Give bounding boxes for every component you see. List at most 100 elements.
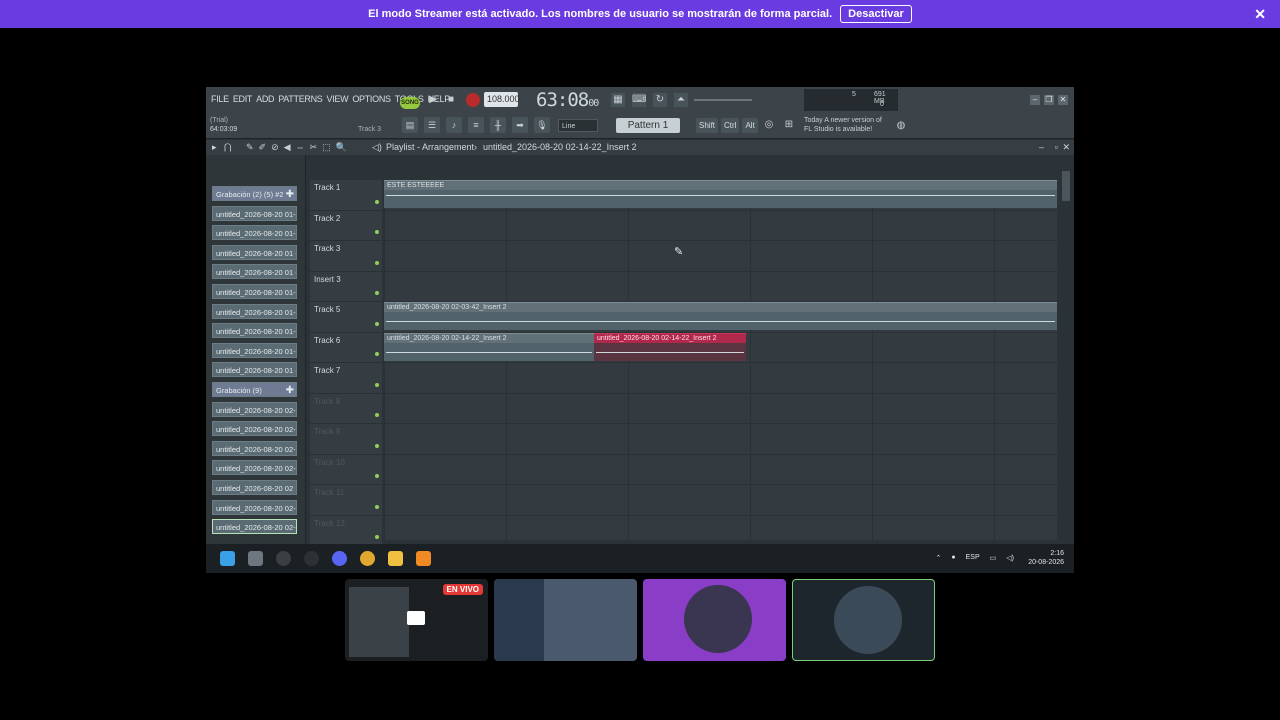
track-mute-led[interactable]	[375, 199, 379, 204]
browser-item[interactable]: untitled_2026-08-20 01 -	[212, 244, 297, 260]
browser-item[interactable]: untitled_2026-08-20 02-...	[212, 421, 297, 437]
shift-key[interactable]: Shift	[696, 118, 719, 133]
menu-options[interactable]: OPTIONS	[352, 94, 391, 104]
playlist-restore-icon[interactable]: ▫	[1055, 142, 1058, 152]
track-mute-led[interactable]	[375, 474, 379, 478]
browser-item[interactable]: untitled_2026-08-20 01 -	[212, 264, 297, 280]
select-icon[interactable]: ⬚	[322, 142, 331, 153]
arrow-right-icon[interactable]: ▸	[212, 142, 217, 153]
browser-item[interactable]: untitled_2026-08-20 02-...	[212, 460, 297, 476]
chevron-up-icon[interactable]: ⌃	[936, 554, 942, 562]
magnet-icon[interactable]: ⋂	[224, 142, 231, 153]
track-mute-led[interactable]	[375, 504, 379, 509]
channel-rack-icon[interactable]: ≡	[468, 117, 484, 133]
master-volume-slider[interactable]	[694, 99, 752, 101]
task-view-icon[interactable]	[248, 551, 263, 566]
add-icon[interactable]: ✚	[286, 383, 294, 396]
record-icon[interactable]	[466, 93, 480, 107]
track-header[interactable]: Track 2	[310, 211, 382, 241]
track-mute-led[interactable]	[375, 352, 379, 356]
microphone-icon[interactable]: 🎙	[534, 117, 550, 133]
support-icon[interactable]: ◎	[762, 118, 776, 132]
browser-group[interactable]: Grabación (2) (5) #2 ✚	[212, 186, 297, 201]
track-header[interactable]: Track 10	[310, 455, 382, 485]
grid-row[interactable]	[384, 455, 1057, 485]
track-header[interactable]: Track 3	[310, 241, 382, 272]
menu-file[interactable]: FILE	[211, 94, 229, 104]
grid-row[interactable]	[384, 424, 1057, 455]
track-header[interactable]: Track 7	[310, 363, 382, 394]
grid-row[interactable]	[384, 241, 1057, 272]
scrollbar-thumb[interactable]	[1062, 171, 1070, 201]
track-header[interactable]: Track 8	[310, 394, 382, 424]
browser-item[interactable]: untitled_2026-08-20 02-...	[212, 519, 297, 535]
audio-clip[interactable]: untitled_2026-08-20 02-03-42_Insert 2	[384, 302, 1057, 330]
browser-icon[interactable]: ☰	[424, 117, 440, 133]
vertical-scrollbar[interactable]	[1060, 171, 1072, 541]
menu-view[interactable]: VIEW	[327, 94, 349, 104]
metronome-icon[interactable]: ⏶	[674, 93, 688, 107]
mixer-icon[interactable]: ╫	[490, 117, 506, 133]
audio-clip[interactable]: ESTE ESTEEEEE	[384, 180, 1057, 208]
track-header[interactable]: Track 12	[310, 516, 382, 546]
track-mute-led[interactable]	[375, 230, 379, 234]
track-header[interactable]: Track 9	[310, 424, 382, 455]
add-icon[interactable]: ✚	[286, 187, 294, 200]
snap-mode-select[interactable]: Line	[558, 119, 598, 132]
discord-icon[interactable]	[332, 551, 347, 566]
browser-item[interactable]: untitled_2026-08-20 01 -	[212, 362, 297, 378]
stream-preview-tile[interactable]: EN VIVO	[345, 579, 488, 661]
grid-row[interactable]	[384, 272, 1057, 302]
browser-item[interactable]: untitled_2026-08-20 01-...	[212, 225, 297, 241]
participant-tile[interactable]	[643, 579, 786, 661]
folder-icon[interactable]	[388, 551, 403, 566]
tempo-display[interactable]: 108.000	[484, 92, 520, 107]
clock[interactable]: 2:16 20-08-2026	[1028, 549, 1064, 567]
playlist-close-icon[interactable]: ✕	[1062, 142, 1070, 153]
participant-tile-speaking[interactable]	[792, 579, 935, 661]
loop-icon[interactable]: ↻	[653, 93, 667, 107]
audio-clip[interactable]: untitled_2026-08-20 02-14-22_Insert 2	[384, 333, 594, 361]
track-mute-led[interactable]	[375, 291, 379, 295]
track-header[interactable]: Track 6	[310, 333, 382, 363]
menu-add[interactable]: ADD	[256, 94, 274, 104]
keyboard-icon[interactable]: ▦	[611, 93, 625, 107]
song-mode-toggle[interactable]: SONG	[400, 97, 420, 109]
track-mute-led[interactable]	[375, 413, 379, 417]
restore-icon[interactable]: ❐	[1044, 95, 1054, 105]
paint-icon[interactable]: ✐	[259, 142, 267, 153]
volume-icon[interactable]: ◁)	[1006, 554, 1014, 562]
camera-tile[interactable]	[494, 579, 637, 661]
typing-keyboard-icon[interactable]: ⌨	[632, 93, 646, 107]
globe-icon[interactable]: ◍	[894, 119, 908, 133]
browser-item[interactable]: untitled_2026-08-20 01-...	[212, 323, 297, 339]
menu-patterns[interactable]: PATTERNS	[278, 94, 323, 104]
browser-item[interactable]: untitled_2026-08-20 01-...	[212, 342, 297, 358]
grid-row[interactable]	[384, 485, 1057, 516]
close-window-icon[interactable]: ✕	[1058, 95, 1068, 105]
fl-studio-icon[interactable]	[416, 551, 431, 566]
language-indicator[interactable]: ESP	[966, 554, 980, 562]
stop-icon[interactable]: ■	[444, 93, 458, 107]
track-mute-led[interactable]	[375, 443, 379, 448]
track-header[interactable]: Track 5	[310, 302, 382, 333]
menu-edit[interactable]: EDIT	[233, 94, 253, 104]
network-icon[interactable]: ▭	[990, 554, 997, 562]
grid-row[interactable]	[384, 516, 1057, 541]
browser-item[interactable]: untitled_2026-08-20 02-	[212, 499, 297, 515]
chrome-icon[interactable]	[360, 551, 375, 566]
ctrl-key[interactable]: Ctrl	[721, 118, 740, 133]
grid-row[interactable]	[384, 363, 1057, 394]
playlist-icon[interactable]: ▤	[402, 117, 418, 133]
track-mute-led[interactable]	[375, 321, 379, 326]
piano-roll-icon[interactable]: ♪	[446, 117, 462, 133]
close-icon[interactable]: ✕	[1254, 6, 1266, 23]
deactivate-button[interactable]: Desactivar	[840, 5, 912, 23]
alt-key[interactable]: Alt	[742, 118, 758, 133]
browser-item[interactable]: untitled_2026-08-20 01-...	[212, 205, 297, 221]
browser-group[interactable]: Grabación (9) ✚	[212, 382, 297, 397]
speaker-icon[interactable]: ◁)	[372, 142, 382, 153]
mute-icon[interactable]: ◀	[284, 142, 291, 153]
grid-row[interactable]	[384, 211, 1057, 241]
selected-audio-clip[interactable]: untitled_2026-08-20 02-14-22_Insert 2	[594, 333, 746, 361]
